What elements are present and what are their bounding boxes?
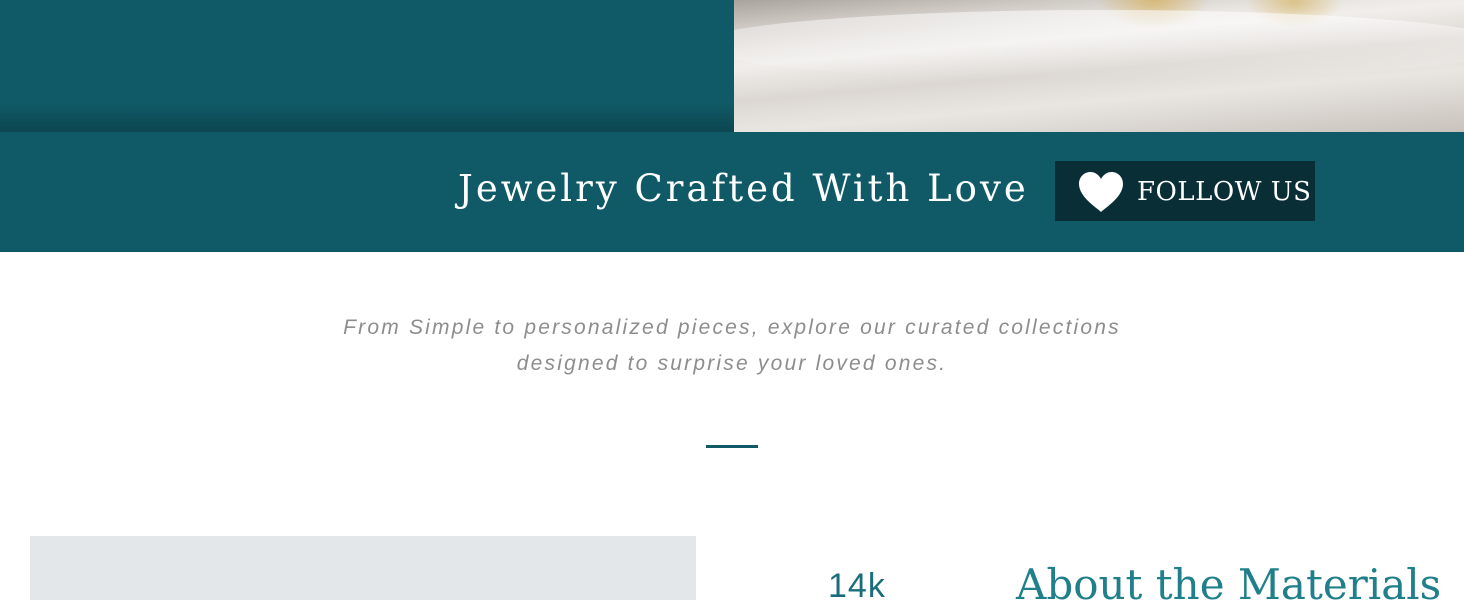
tagline-line-2: designed to surprise your loved ones. [516, 352, 948, 375]
banner-title: Jewelry Crafted With Love [458, 167, 1029, 210]
hero-section [0, 0, 1464, 132]
materials-image-placeholder [30, 536, 696, 600]
karat-label: 14k [828, 567, 886, 605]
tagline-line-1: From Simple to personalized pieces, expl… [343, 316, 1121, 339]
hero-jewelry-image [734, 0, 1464, 132]
fabric-fold [734, 10, 1464, 80]
tagline: From Simple to personalized pieces, expl… [232, 310, 1232, 382]
heart-icon [1079, 172, 1123, 212]
section-divider [706, 445, 758, 448]
follow-banner: Jewelry Crafted With Love FOLLOW US [0, 132, 1464, 252]
hero-color-block [0, 0, 734, 132]
follow-us-button[interactable]: FOLLOW US [1055, 161, 1315, 221]
materials-heading: About the Materials [1016, 560, 1442, 609]
follow-us-label: FOLLOW US [1137, 177, 1312, 207]
